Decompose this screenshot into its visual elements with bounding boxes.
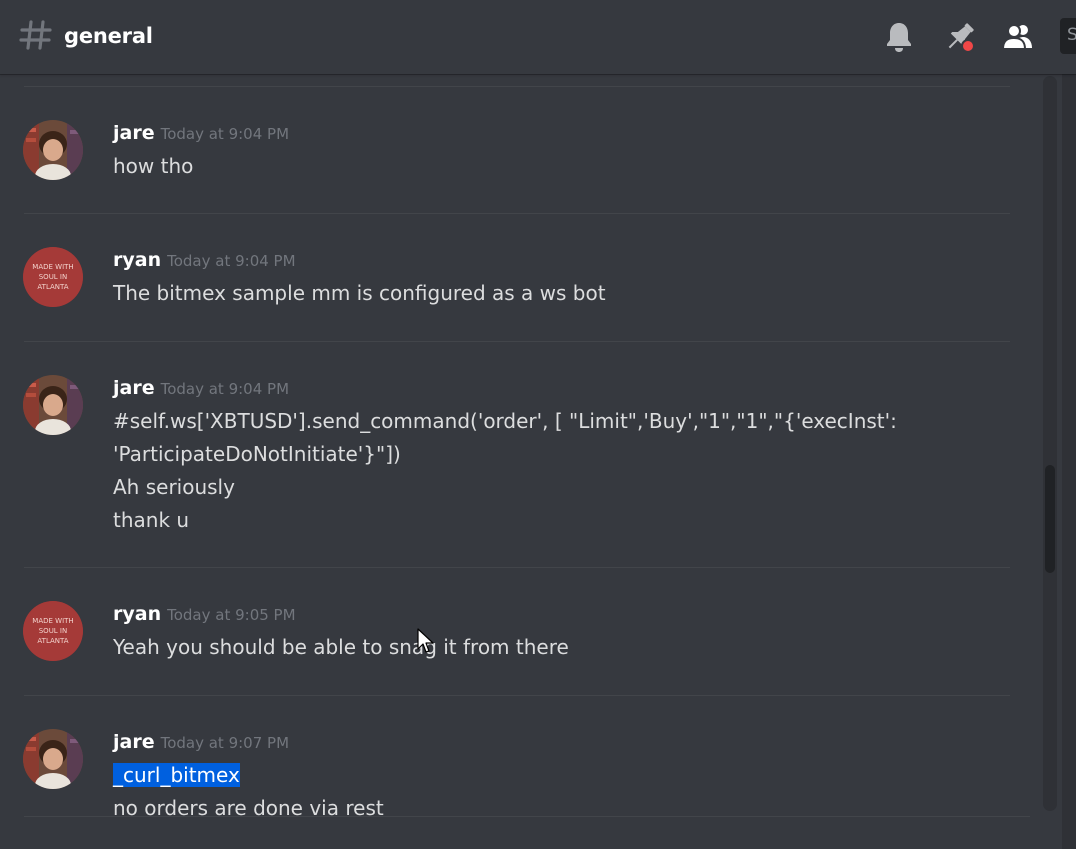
avatar-text: ATLANTA [37, 283, 68, 291]
message-timestamp: Today at 9:04 PM [167, 252, 296, 270]
avatar-jare[interactable] [23, 120, 83, 180]
avatar-jare[interactable] [23, 729, 83, 789]
bell-icon[interactable] [882, 20, 916, 54]
message-author[interactable]: jare Today at 9:04 PM [113, 377, 289, 399]
scrollbar-thumb[interactable] [1045, 465, 1055, 573]
message-author[interactable]: jare Today at 9:04 PM [113, 122, 289, 144]
avatar-text: SOUL IN [39, 273, 68, 281]
mouse-cursor-icon [417, 628, 434, 653]
members-icon[interactable] [1001, 20, 1035, 54]
avatar-text: SOUL IN [39, 627, 68, 635]
message-text: Yeah you should be able to snag it from … [113, 635, 569, 659]
avatar-jare[interactable] [23, 375, 83, 435]
avatar-ryan[interactable]: MADE WITH SOUL IN ATLANTA [23, 601, 83, 661]
scrollbar-track[interactable] [1043, 76, 1057, 811]
hash-icon [19, 20, 52, 50]
search-placeholder: S [1067, 25, 1076, 45]
avatar-text: ATLANTA [37, 637, 68, 645]
message-list: jare Today at 9:04 PM how tho MADE WITH S… [0, 74, 1040, 849]
channel-header: general S [0, 0, 1076, 74]
pin-icon[interactable] [943, 20, 977, 54]
avatar-ryan[interactable]: MADE WITH SOUL IN ATLANTA [23, 247, 83, 307]
message-author[interactable]: ryan Today at 9:05 PM [113, 603, 296, 625]
message-author[interactable]: jare Today at 9:07 PM [113, 731, 289, 753]
selected-text: _curl_bitmex [113, 763, 240, 787]
message-timestamp: Today at 9:04 PM [160, 125, 290, 143]
message-divider [24, 341, 1010, 342]
message-text: 'ParticipateDoNotInitiate'}"]) [113, 442, 401, 466]
message-divider [24, 213, 1010, 214]
avatar-text: MADE WITH [32, 263, 73, 271]
message-text: The bitmex sample mm is configured as a … [113, 281, 606, 305]
message-text: Ah seriously [113, 475, 235, 499]
message-divider [24, 695, 1010, 696]
message-timestamp: Today at 9:05 PM [167, 606, 296, 624]
message-divider [24, 86, 1010, 87]
message-text: thank u [113, 508, 190, 532]
composer-divider [24, 816, 1030, 817]
message-timestamp: Today at 9:07 PM [160, 734, 290, 752]
search-input[interactable]: S [1060, 18, 1076, 54]
message-text: _curl_bitmex [113, 763, 240, 787]
message-text: how tho [113, 154, 194, 178]
message-author[interactable]: ryan Today at 9:04 PM [113, 249, 296, 271]
channel-name: general [64, 24, 153, 48]
avatar-text: MADE WITH [32, 617, 73, 625]
message-divider [24, 567, 1010, 568]
message-text: #self.ws['XBTUSD'].send_command('order',… [113, 409, 897, 433]
message-timestamp: Today at 9:04 PM [160, 380, 290, 398]
member-list-edge [1062, 74, 1076, 849]
